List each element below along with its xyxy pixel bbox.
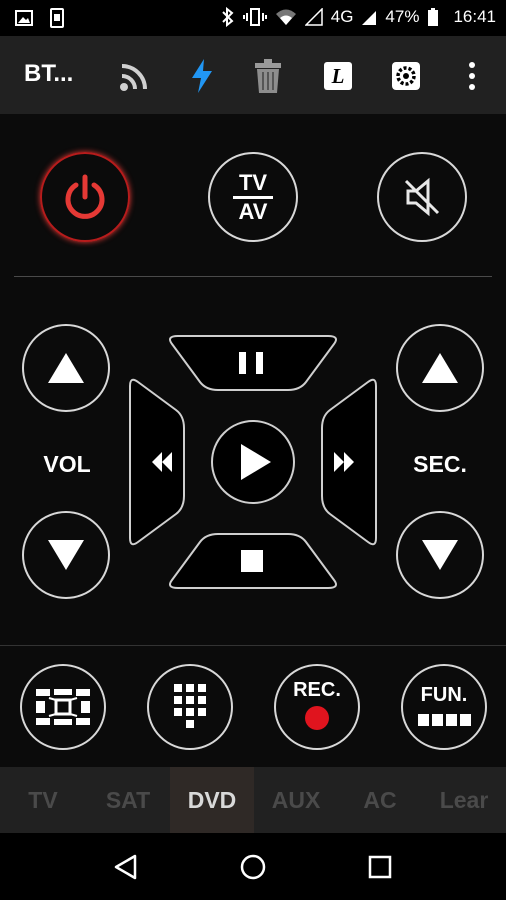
remote-panel: TV AV VOL SEC. REC. FUN. <box>0 114 506 767</box>
rec-label: REC. <box>293 678 341 701</box>
pause-icon-bar <box>256 352 263 374</box>
device-title[interactable]: BT... <box>24 60 73 88</box>
tab-sat[interactable]: SAT <box>86 767 170 833</box>
tab-label: Lear <box>439 786 489 813</box>
cast-button[interactable] <box>115 56 155 96</box>
battery-icon <box>428 8 439 26</box>
flash-button[interactable] <box>182 56 222 96</box>
numpad-button[interactable] <box>147 664 233 750</box>
triangle-up-icon <box>422 353 458 383</box>
triangle-down-icon <box>48 540 84 570</box>
tab-ac[interactable]: AC <box>338 767 422 833</box>
mute-icon <box>404 177 440 217</box>
fun-label: FUN. <box>420 683 468 706</box>
back-icon <box>114 854 137 880</box>
delete-button[interactable] <box>248 56 288 96</box>
flash-icon <box>192 59 212 93</box>
zoom-grid-icon <box>36 689 90 725</box>
signal-empty-icon <box>304 8 323 26</box>
clock: 16:41 <box>453 7 496 26</box>
tab-label: TV <box>28 786 58 813</box>
learn-button[interactable]: L <box>318 56 358 96</box>
home-icon <box>240 854 266 880</box>
section-down-button[interactable] <box>396 511 484 599</box>
triangle-up-icon <box>48 353 84 383</box>
power-icon <box>65 174 105 219</box>
screenshot-icon <box>50 8 64 28</box>
zoom-button[interactable] <box>20 664 106 750</box>
vol-label: VOL <box>43 451 91 477</box>
trash-icon <box>255 59 281 93</box>
bottom-divider <box>0 645 506 646</box>
tab-aux[interactable]: AUX <box>254 767 338 833</box>
mute-button[interactable] <box>377 152 467 242</box>
settings-icon <box>392 62 420 90</box>
status-bar: 4G 47% 16:41 <box>0 0 506 36</box>
vibrate-icon <box>242 8 267 26</box>
tab-tv[interactable]: TV <box>0 767 86 833</box>
bluetooth-icon <box>222 7 234 27</box>
tab-label: AC <box>363 786 397 813</box>
network-type: 4G <box>330 7 354 26</box>
more-options-button[interactable] <box>452 56 492 96</box>
wifi-icon <box>275 9 296 25</box>
nav-recents-button[interactable] <box>360 847 400 887</box>
cast-icon <box>120 64 147 91</box>
tab-label: AUX <box>271 786 321 813</box>
function-keys-icon <box>418 713 471 726</box>
function-button[interactable]: FUN. <box>401 664 487 750</box>
more-vert-icon <box>469 62 475 90</box>
tab-label: SAT <box>105 786 151 813</box>
battery-percent: 47% <box>385 7 420 26</box>
recents-icon <box>368 855 392 879</box>
tab-learn[interactable]: Lear <box>422 767 506 833</box>
stop-icon <box>241 550 263 572</box>
system-nav-bar <box>0 833 506 900</box>
pause-icon <box>239 352 246 374</box>
nav-home-button[interactable] <box>233 847 273 887</box>
av-label: AV <box>238 198 268 224</box>
image-icon <box>15 10 33 26</box>
learn-letter: L <box>331 63 345 88</box>
learn-l-icon: L <box>324 62 352 90</box>
tv-label: TV <box>238 169 268 195</box>
tab-dvd[interactable]: DVD <box>170 767 254 833</box>
record-dot-icon <box>305 705 329 730</box>
settings-button[interactable] <box>386 56 426 96</box>
tv-av-button[interactable]: TV AV <box>208 152 298 242</box>
power-button[interactable] <box>40 152 130 242</box>
pause-button[interactable] <box>169 335 337 391</box>
device-tabs: TV SAT DVD AUX AC Lear <box>0 767 506 833</box>
media-dpad <box>129 335 377 589</box>
toolbar: BT... L <box>0 36 506 114</box>
record-button[interactable]: REC. <box>274 664 360 750</box>
top-divider <box>14 276 492 277</box>
sec-label: SEC. <box>413 451 467 477</box>
signal-4g-icon <box>362 11 377 25</box>
triangle-down-icon <box>422 540 458 570</box>
section-up-button[interactable] <box>396 324 484 412</box>
tab-label: DVD <box>187 786 237 813</box>
volume-down-button[interactable] <box>22 511 110 599</box>
nav-back-button[interactable] <box>106 847 146 887</box>
volume-up-button[interactable] <box>22 324 110 412</box>
numpad-icon <box>174 684 206 728</box>
